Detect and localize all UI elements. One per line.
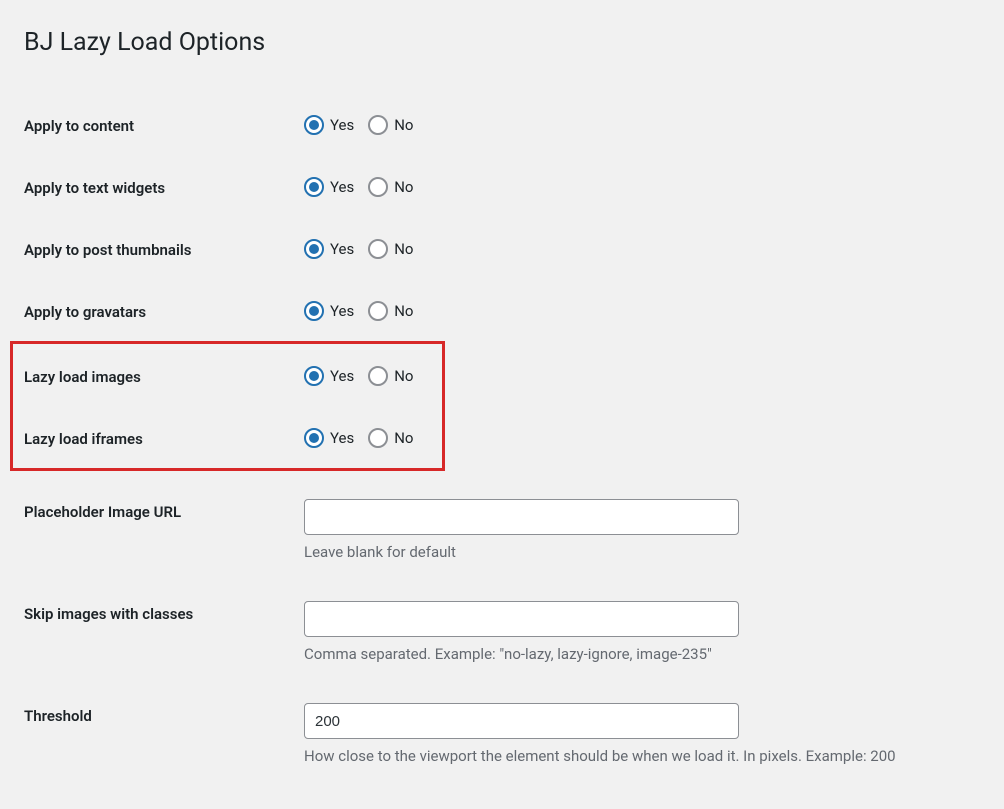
- radio-label-yes: Yes: [330, 302, 354, 320]
- radio-label-no: No: [394, 302, 413, 320]
- radio-icon: [304, 239, 324, 259]
- radio-lazy-images-no[interactable]: No: [368, 366, 413, 386]
- radio-icon: [304, 428, 324, 448]
- row-apply-gravatars: Apply to gravatars Yes No: [24, 279, 980, 341]
- row-skip-classes: Skip images with classes Comma separated…: [24, 581, 980, 683]
- desc-placeholder-url: Leave blank for default: [304, 543, 980, 561]
- radio-label-yes: Yes: [330, 178, 354, 196]
- label-apply-content: Apply to content: [24, 113, 304, 135]
- radio-apply-gravatars-no[interactable]: No: [368, 301, 413, 321]
- radio-icon: [368, 239, 388, 259]
- radio-label-no: No: [394, 116, 413, 134]
- label-lazy-images: Lazy load images: [24, 364, 304, 386]
- radio-apply-content-no[interactable]: No: [368, 115, 413, 135]
- radio-icon: [368, 366, 388, 386]
- radio-apply-post-thumbnails-no[interactable]: No: [368, 239, 413, 259]
- radio-icon: [368, 177, 388, 197]
- radio-apply-text-widgets-yes[interactable]: Yes: [304, 177, 354, 197]
- radio-label-no: No: [394, 367, 413, 385]
- radio-group-lazy-images: Yes No: [304, 364, 442, 386]
- label-threshold: Threshold: [24, 703, 304, 725]
- radio-label-yes: Yes: [330, 240, 354, 258]
- row-apply-post-thumbnails: Apply to post thumbnails Yes No: [24, 217, 980, 279]
- row-threshold: Threshold How close to the viewport the …: [24, 683, 980, 785]
- radio-label-no: No: [394, 240, 413, 258]
- radio-apply-post-thumbnails-yes[interactable]: Yes: [304, 239, 354, 259]
- radio-group-apply-post-thumbnails: Yes No: [304, 237, 980, 259]
- radio-label-yes: Yes: [330, 367, 354, 385]
- radio-label-yes: Yes: [330, 429, 354, 447]
- radio-lazy-images-yes[interactable]: Yes: [304, 366, 354, 386]
- input-skip-classes[interactable]: [304, 601, 739, 637]
- radio-group-apply-gravatars: Yes No: [304, 299, 980, 321]
- radio-lazy-iframes-no[interactable]: No: [368, 428, 413, 448]
- label-apply-text-widgets: Apply to text widgets: [24, 175, 304, 197]
- label-apply-gravatars: Apply to gravatars: [24, 299, 304, 321]
- radio-lazy-iframes-yes[interactable]: Yes: [304, 428, 354, 448]
- radio-icon: [304, 366, 324, 386]
- page-title: BJ Lazy Load Options: [24, 20, 980, 61]
- radio-icon: [304, 301, 324, 321]
- radio-apply-gravatars-yes[interactable]: Yes: [304, 301, 354, 321]
- radio-icon: [304, 177, 324, 197]
- row-apply-content: Apply to content Yes No: [24, 93, 980, 155]
- row-lazy-images: Lazy load images Yes No: [24, 344, 442, 406]
- highlight-box: Lazy load images Yes No Lazy load iframe…: [10, 341, 445, 471]
- desc-threshold: How close to the viewport the element sh…: [304, 747, 980, 765]
- radio-apply-content-yes[interactable]: Yes: [304, 115, 354, 135]
- radio-icon: [368, 301, 388, 321]
- desc-skip-classes: Comma separated. Example: "no-lazy, lazy…: [304, 645, 980, 663]
- radio-group-apply-content: Yes No: [304, 113, 980, 135]
- label-lazy-iframes: Lazy load iframes: [24, 426, 304, 448]
- radio-label-no: No: [394, 429, 413, 447]
- row-placeholder-url: Placeholder Image URL Leave blank for de…: [24, 471, 980, 581]
- label-skip-classes: Skip images with classes: [24, 601, 304, 623]
- row-lazy-iframes: Lazy load iframes Yes No: [24, 406, 442, 468]
- radio-icon: [304, 115, 324, 135]
- radio-icon: [368, 428, 388, 448]
- radio-label-no: No: [394, 178, 413, 196]
- radio-group-apply-text-widgets: Yes No: [304, 175, 980, 197]
- row-apply-text-widgets: Apply to text widgets Yes No: [24, 155, 980, 217]
- label-apply-post-thumbnails: Apply to post thumbnails: [24, 237, 304, 259]
- input-threshold[interactable]: [304, 703, 739, 739]
- input-placeholder-url[interactable]: [304, 499, 739, 535]
- radio-apply-text-widgets-no[interactable]: No: [368, 177, 413, 197]
- radio-icon: [368, 115, 388, 135]
- radio-label-yes: Yes: [330, 116, 354, 134]
- label-placeholder-url: Placeholder Image URL: [24, 499, 304, 521]
- radio-group-lazy-iframes: Yes No: [304, 426, 442, 448]
